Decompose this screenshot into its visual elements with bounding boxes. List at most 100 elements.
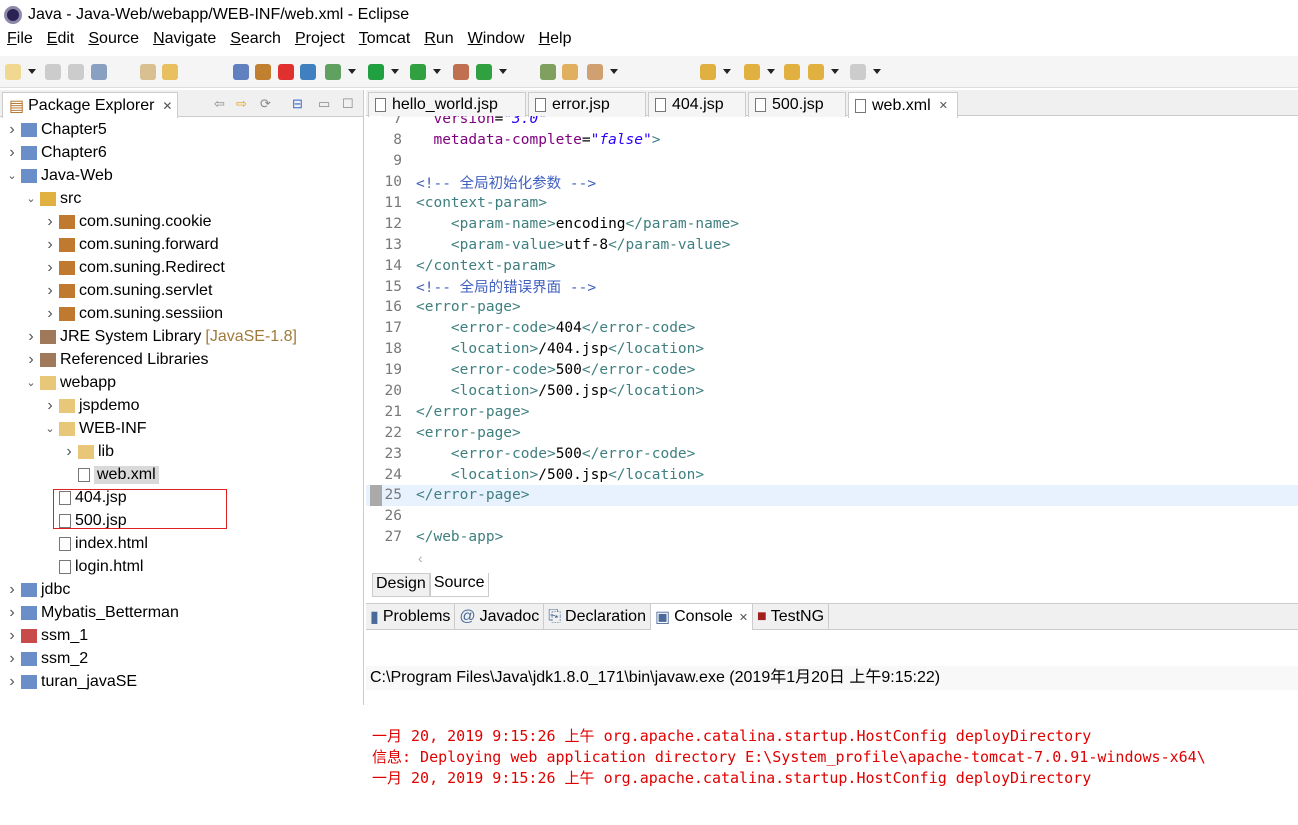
chevron-right-icon[interactable]: › xyxy=(24,328,38,346)
tab-package-explorer[interactable]: ▤ Package Explorer ✕ xyxy=(2,92,178,118)
chevron-right-icon[interactable]: › xyxy=(62,443,76,461)
tree-item-web-inf[interactable]: ⌄ WEB-INF xyxy=(0,417,363,440)
tree-item-chapter5[interactable]: › Chapter5 xyxy=(0,118,363,141)
tree-item-com-suning-redirect[interactable]: › com.suning.Redirect xyxy=(0,256,363,279)
tree-item-jre-system-library[interactable]: › JRE System Library [JavaSE-1.8] xyxy=(0,325,363,348)
forward-nav-icon[interactable] xyxy=(850,64,866,80)
dropdown-arrow-icon[interactable] xyxy=(348,69,356,74)
chevron-right-icon[interactable]: › xyxy=(43,282,57,300)
skip-breakpoints-icon[interactable] xyxy=(233,64,249,80)
tree-item-com-suning-forward[interactable]: › com.suning.forward xyxy=(0,233,363,256)
dropdown-arrow-icon[interactable] xyxy=(433,69,441,74)
tab-error-jsp[interactable]: error.jsp xyxy=(528,92,646,117)
chevron-right-icon[interactable]: › xyxy=(5,673,19,691)
save-icon[interactable] xyxy=(45,64,61,80)
tree-item-index-html[interactable]: index.html xyxy=(0,532,363,555)
chevron-right-icon[interactable]: › xyxy=(5,650,19,668)
last-edit-icon[interactable] xyxy=(784,64,800,80)
forward-icon[interactable]: ⇨ xyxy=(236,96,247,112)
open-resource-icon[interactable] xyxy=(162,64,178,80)
tree-item-com-suning-servlet[interactable]: › com.suning.servlet xyxy=(0,279,363,302)
tab-javadoc[interactable]: @ Javadoc xyxy=(455,604,545,630)
collapse-all-icon[interactable]: ⊟ xyxy=(292,96,303,112)
tree-item-mybatis-betterman[interactable]: › Mybatis_Betterman xyxy=(0,601,363,624)
dropdown-arrow-icon[interactable] xyxy=(391,69,399,74)
dropdown-arrow-icon[interactable] xyxy=(28,69,36,74)
tab-console[interactable]: ▣ Console ✕ xyxy=(650,604,754,630)
minimize-icon[interactable]: ▭ xyxy=(318,96,330,112)
dropdown-arrow-icon[interactable] xyxy=(767,69,775,74)
chevron-down-icon[interactable]: ⌄ xyxy=(24,192,38,205)
chevron-right-icon[interactable]: › xyxy=(5,144,19,162)
menu-search[interactable]: Search xyxy=(223,30,288,54)
dropdown-arrow-icon[interactable] xyxy=(499,69,507,74)
menu-run[interactable]: Run xyxy=(417,30,460,54)
tree-item-ssm-2[interactable]: › ssm_2 xyxy=(0,647,363,670)
chevron-right-icon[interactable]: › xyxy=(5,627,19,645)
tree-item-java-web[interactable]: ⌄ Java-Web xyxy=(0,164,363,187)
open-project-icon[interactable] xyxy=(540,64,556,80)
chevron-right-icon[interactable]: › xyxy=(24,351,38,369)
tree-item-jspdemo[interactable]: › jspdemo xyxy=(0,394,363,417)
tomcat-start-icon[interactable] xyxy=(255,64,271,80)
debug-icon[interactable] xyxy=(325,64,341,80)
chevron-right-icon[interactable]: › xyxy=(5,604,19,622)
close-icon[interactable]: ✕ xyxy=(739,611,748,624)
tree-item-ssm-1[interactable]: › ssm_1 xyxy=(0,624,363,647)
run-external-icon[interactable] xyxy=(410,64,426,80)
tree-item-com-suning-cookie[interactable]: › com.suning.cookie xyxy=(0,210,363,233)
chevron-down-icon[interactable]: ⌄ xyxy=(5,169,19,182)
tab-design[interactable]: Design xyxy=(372,573,430,597)
tree-item-webapp[interactable]: ⌄ webapp xyxy=(0,371,363,394)
save-all-icon[interactable] xyxy=(68,64,84,80)
tomcat-stop-icon[interactable] xyxy=(278,64,294,80)
chevron-right-icon[interactable]: › xyxy=(43,236,57,254)
chevron-right-icon[interactable]: › xyxy=(43,305,57,323)
open-type-icon[interactable] xyxy=(140,64,156,80)
dropdown-arrow-icon[interactable] xyxy=(873,69,881,74)
menu-navigate[interactable]: Navigate xyxy=(146,30,223,54)
tree-item-referenced-libraries[interactable]: › Referenced Libraries xyxy=(0,348,363,371)
tree-item-src[interactable]: ⌄ src xyxy=(0,187,363,210)
prev-annotation-icon[interactable] xyxy=(744,64,760,80)
search-tool-icon[interactable] xyxy=(587,64,603,80)
tab-web-xml[interactable]: web.xml ✕ xyxy=(848,92,958,118)
chevron-down-icon[interactable]: ⌄ xyxy=(43,422,57,435)
menu-window[interactable]: Window xyxy=(461,30,532,54)
tab-404-jsp[interactable]: 404.jsp xyxy=(648,92,746,117)
tab-hello_world-jsp[interactable]: hello_world.jsp xyxy=(368,92,526,117)
new-class-icon[interactable] xyxy=(476,64,492,80)
new-icon[interactable] xyxy=(5,64,21,80)
menu-help[interactable]: Help xyxy=(532,30,579,54)
dropdown-arrow-icon[interactable] xyxy=(610,69,618,74)
menu-project[interactable]: Project xyxy=(288,30,352,54)
maximize-icon[interactable]: ☐ xyxy=(342,96,354,112)
back-nav-icon[interactable] xyxy=(808,64,824,80)
print-icon[interactable] xyxy=(91,64,107,80)
chevron-right-icon[interactable]: › xyxy=(43,397,57,415)
tree-item-com-suning-sessiion[interactable]: › com.suning.sessiion xyxy=(0,302,363,325)
horizontal-scrollbar[interactable]: ‹ xyxy=(366,550,1298,566)
code-editor[interactable]: 7 version="3.0" 8 metadata-complete="fals… xyxy=(366,116,1298,560)
back-icon[interactable]: ⇦ xyxy=(214,96,225,112)
dropdown-arrow-icon[interactable] xyxy=(723,69,731,74)
tree-item-chapter6[interactable]: › Chapter6 xyxy=(0,141,363,164)
run-icon[interactable] xyxy=(368,64,384,80)
tree-item-jdbc[interactable]: › jdbc xyxy=(0,578,363,601)
tree-item-web-xml[interactable]: web.xml xyxy=(0,463,363,486)
tree-item-login-html[interactable]: login.html xyxy=(0,555,363,578)
tab-testng[interactable]: ■ TestNG xyxy=(753,604,830,630)
open-folder-icon[interactable] xyxy=(562,64,578,80)
menu-edit[interactable]: Edit xyxy=(40,30,82,54)
chevron-down-icon[interactable]: ⌄ xyxy=(24,376,38,389)
menu-file[interactable]: File xyxy=(0,30,40,54)
tab-500-jsp[interactable]: 500.jsp xyxy=(748,92,846,117)
chevron-right-icon[interactable]: › xyxy=(5,581,19,599)
dropdown-arrow-icon[interactable] xyxy=(831,69,839,74)
up-icon[interactable]: ⟳ xyxy=(260,96,271,112)
tab-declaration[interactable]: ⎘ Declaration xyxy=(544,604,651,630)
tree-item-turan-javase[interactable]: › turan_javaSE xyxy=(0,670,363,693)
chevron-right-icon[interactable]: › xyxy=(5,121,19,139)
tab-problems[interactable]: ▮ Problems xyxy=(366,604,456,630)
next-annotation-icon[interactable] xyxy=(700,64,716,80)
